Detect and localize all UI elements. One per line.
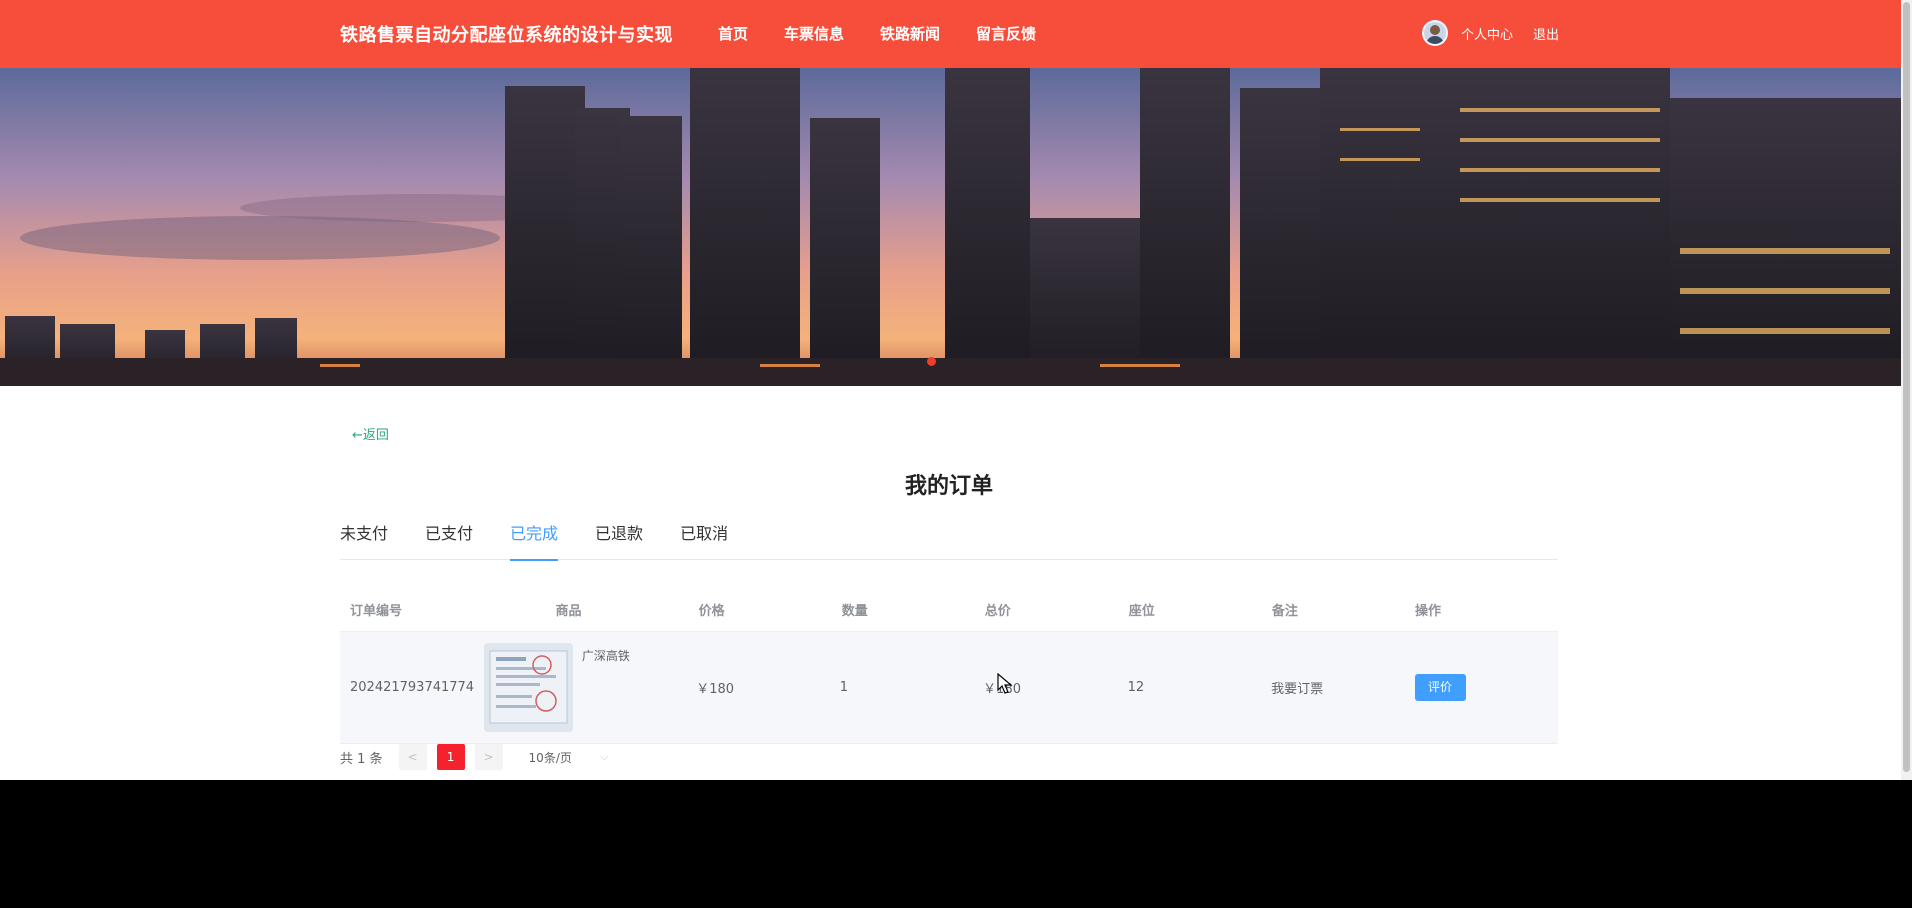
table-row: 202421793741774 广深高铁 ￥180 1 ￥180 12 我要订票… <box>340 632 1558 744</box>
main-nav: 首页 车票信息 铁路新闻 留言反馈 <box>718 23 1036 44</box>
user-area: 个人中心 退出 <box>1422 20 1559 46</box>
col-total: 总价 <box>984 604 1011 619</box>
nav-ticket-info[interactable]: 车票信息 <box>784 23 844 44</box>
rate-button[interactable]: 评价 <box>1414 674 1466 701</box>
avatar-body <box>1426 36 1444 44</box>
top-navbar: 铁路售票自动分配座位系统的设计与实现 首页 车票信息 铁路新闻 留言反馈 个人中… <box>0 0 1901 68</box>
logout-link[interactable]: 退出 <box>1533 24 1559 43</box>
nav-home[interactable]: 首页 <box>718 23 748 44</box>
page-title: 我的订单 <box>904 474 993 499</box>
browser-viewport: 铁路售票自动分配座位系统的设计与实现 首页 车票信息 铁路新闻 留言反馈 个人中… <box>0 0 1901 780</box>
order-no-cell: 202421793741774 <box>350 680 475 695</box>
avatar-head <box>1430 25 1440 35</box>
action-cell: 评价 <box>1414 674 1558 701</box>
seat-cell: 12 <box>1127 680 1145 695</box>
site-title: 铁路售票自动分配座位系统的设计与实现 <box>340 25 673 46</box>
ticket-thumbnail[interactable] <box>483 643 573 732</box>
remark-cell: 我要订票 <box>1271 682 1324 697</box>
scrollbar-thumb[interactable] <box>1903 2 1910 772</box>
next-page-button[interactable]: > <box>474 744 503 770</box>
price-cell: ￥180 <box>696 682 735 697</box>
col-quantity: 数量 <box>841 604 868 619</box>
col-action: 操作 <box>1414 604 1441 619</box>
mouse-cursor-icon <box>997 673 1013 694</box>
tab-refunded[interactable]: 已退款 <box>595 520 643 560</box>
prev-page-button[interactable]: < <box>398 744 427 770</box>
city-skyline-image <box>0 68 1901 386</box>
back-link[interactable]: ←返回 <box>352 424 389 443</box>
vertical-scrollbar[interactable] <box>1901 0 1912 780</box>
col-price: 价格 <box>698 604 725 619</box>
page-size-value: 10条/页 <box>528 750 572 765</box>
carousel-indicator[interactable] <box>927 357 936 366</box>
chevron-down-icon: ⌵ <box>600 750 609 763</box>
goods-name: 广深高铁 <box>581 649 630 663</box>
tab-cancelled[interactable]: 已取消 <box>680 520 728 560</box>
pagination: 共 1 条 < 1 > 10条/页 ⌵ <box>340 744 609 770</box>
table-header: 订单编号 商品 价格 数量 总价 座位 备注 操作 <box>340 588 1558 632</box>
nav-railway-news[interactable]: 铁路新闻 <box>880 23 940 44</box>
pagination-total: 共 1 条 <box>340 751 383 767</box>
banner-carousel <box>0 68 1901 386</box>
col-seat: 座位 <box>1128 604 1155 619</box>
goods-cell: 广深高铁 <box>483 643 696 732</box>
nav-feedback[interactable]: 留言反馈 <box>976 23 1036 44</box>
ticket-image <box>483 643 573 732</box>
order-status-tabs: 未支付 已支付 已完成 已退款 已取消 <box>340 520 1558 561</box>
avatar[interactable] <box>1422 20 1448 46</box>
page-number-current[interactable]: 1 <box>436 744 465 770</box>
tab-paid[interactable]: 已支付 <box>425 520 473 560</box>
tab-completed[interactable]: 已完成 <box>510 520 559 561</box>
page-size-select[interactable]: 10条/页 ⌵ <box>529 744 609 770</box>
quantity-cell: 1 <box>839 680 848 695</box>
user-center-link[interactable]: 个人中心 <box>1461 24 1513 43</box>
tab-unpaid[interactable]: 未支付 <box>340 520 388 560</box>
col-remark: 备注 <box>1271 604 1298 619</box>
orders-table: 订单编号 商品 价格 数量 总价 座位 备注 操作 20242179374177… <box>340 588 1558 744</box>
col-order-no: 订单编号 <box>350 604 403 619</box>
col-goods: 商品 <box>555 604 582 619</box>
